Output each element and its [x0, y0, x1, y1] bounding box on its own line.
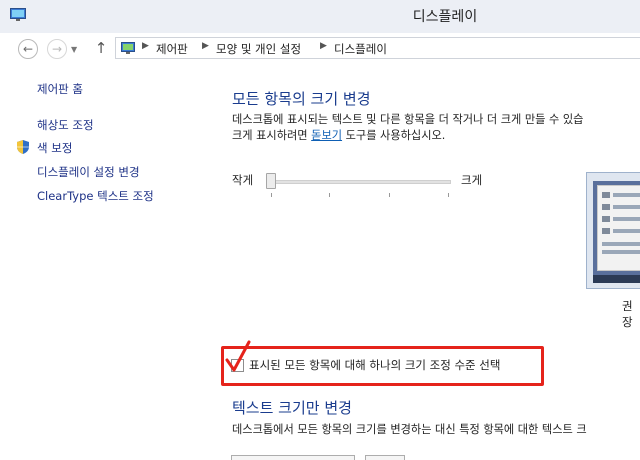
magnifier-link[interactable]: 돋보기 — [311, 129, 342, 142]
calibrate-color-link[interactable]: 색 보정 — [37, 140, 72, 156]
forward-arrow-icon[interactable]: → — [47, 39, 67, 59]
preview-caption: 권장 — [622, 299, 633, 329]
preview-line — [613, 193, 640, 197]
section-description-text-size: 데스크톱에서 모든 항목의 크기를 변경하는 대신 특정 항목에 대한 텍스트 … — [232, 423, 587, 436]
slider-tick — [271, 193, 272, 197]
cleartype-link[interactable]: ClearType 텍스트 조정 — [37, 188, 154, 204]
up-arrow-icon[interactable]: ↑ — [93, 39, 109, 57]
preview-icon — [602, 204, 610, 210]
preview-line — [602, 242, 640, 246]
font-size-dropdown[interactable] — [365, 455, 405, 460]
breadcrumb-display[interactable]: 디스플레이 — [334, 41, 387, 57]
display-preview — [586, 172, 640, 289]
control-panel-home-link[interactable]: 제어판 홈 — [37, 81, 83, 97]
slider-tick — [329, 193, 330, 197]
breadcrumb-separator-icon: ▶ — [142, 41, 149, 51]
preview-taskbar — [593, 275, 640, 283]
slider-tick — [448, 193, 449, 197]
title-bar: 디스플레이 — [0, 0, 640, 33]
custom-scaling-checkbox-label[interactable]: 표시된 모든 항목에 대해 하나의 크기 조정 수준 선택 — [249, 357, 500, 373]
section-description: 데스크톱에 표시되는 텍스트 및 다른 항목을 더 작거나 더 크게 만들 수 … — [232, 112, 640, 144]
breadcrumb-control-panel[interactable]: 제어판 — [156, 41, 188, 57]
preview-icon — [602, 228, 610, 234]
section-heading-size: 모든 항목의 크기 변경 — [232, 90, 371, 108]
description-text: 도구를 사용하십시오. — [342, 129, 446, 142]
slider-max-label: 크게 — [461, 173, 483, 187]
size-slider-thumb[interactable] — [266, 173, 276, 189]
breadcrumb-separator-icon[interactable]: ▶ — [202, 41, 209, 51]
preview-window — [597, 185, 640, 271]
control-panel-icon — [121, 42, 135, 54]
chevron-down-icon[interactable]: ▼ — [71, 45, 77, 54]
address-bar[interactable]: ▶ 제어판 ▶ 모양 및 개인 설정 ▶ 디스플레이 — [115, 37, 640, 59]
section-heading-text-size: 텍스트 크기만 변경 — [232, 399, 352, 417]
change-display-settings-link[interactable]: 디스플레이 설정 변경 — [37, 164, 140, 180]
back-arrow-icon[interactable]: ← — [18, 39, 38, 59]
item-dropdown[interactable] — [231, 455, 355, 460]
adjust-resolution-link[interactable]: 해상도 조정 — [37, 117, 94, 133]
preview-desktop — [593, 181, 640, 283]
window-title: 디스플레이 — [412, 9, 478, 25]
preview-line — [602, 250, 640, 254]
description-text: 크게 표시하려면 — [232, 129, 312, 142]
slider-min-label: 작게 — [232, 173, 254, 187]
preview-icon — [602, 216, 610, 222]
red-checkmark-icon — [225, 340, 251, 372]
description-line: 크게 표시하려면 돋보기 도구를 사용하십시오. — [232, 128, 640, 144]
preview-line — [613, 217, 640, 221]
preview-icon — [602, 192, 610, 198]
slider-tick — [389, 193, 390, 197]
preview-line — [613, 205, 640, 209]
description-line: 데스크톱에 표시되는 텍스트 및 다른 항목을 더 작거나 더 크게 만들 수 … — [232, 113, 584, 126]
navigation-bar: ← → ▼ ↑ ▶ 제어판 ▶ 모양 및 개인 설정 ▶ 디스플레이 — [0, 33, 640, 63]
breadcrumb-separator-icon[interactable]: ▶ — [320, 41, 327, 51]
size-slider-track[interactable] — [268, 180, 451, 184]
preview-line — [613, 229, 640, 233]
breadcrumb-appearance[interactable]: 모양 및 개인 설정 — [216, 41, 301, 57]
uac-shield-icon — [17, 140, 29, 154]
